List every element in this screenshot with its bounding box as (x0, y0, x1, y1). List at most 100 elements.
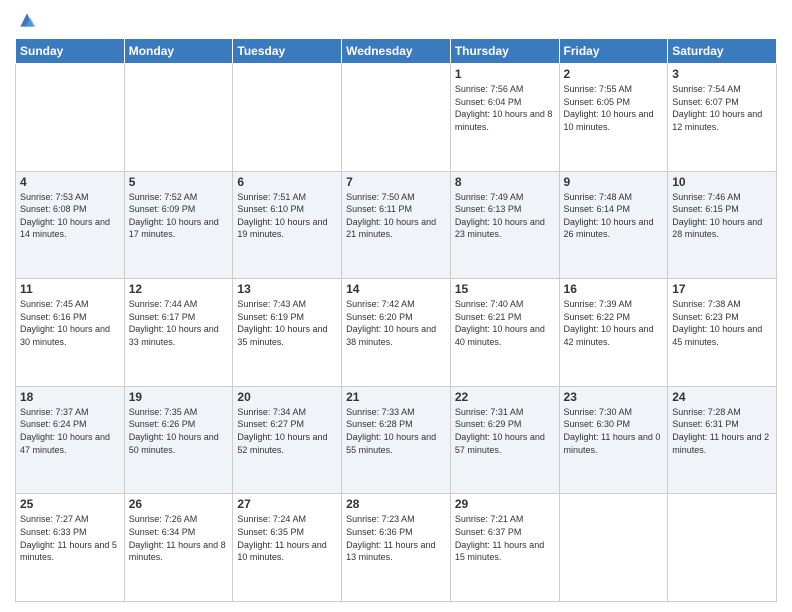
col-sunday: Sunday (16, 39, 125, 64)
day-info: Sunrise: 7:52 AM Sunset: 6:09 PM Dayligh… (129, 191, 229, 241)
day-info: Sunrise: 7:45 AM Sunset: 6:16 PM Dayligh… (20, 298, 120, 348)
table-row: 24Sunrise: 7:28 AM Sunset: 6:31 PM Dayli… (668, 386, 777, 494)
day-info: Sunrise: 7:54 AM Sunset: 6:07 PM Dayligh… (672, 83, 772, 133)
table-row: 26 Sunrise: 7:26 AM Sunset: 6:34 PM Dayli… (124, 494, 233, 602)
table-row: 16 Sunrise: 7:39 AM Sunset: 6:22 PM Dayli… (559, 279, 668, 387)
page: Sunday Monday Tuesday Wednesday Thursday… (0, 0, 792, 612)
day-number: 12 (129, 282, 229, 296)
day-number: 21 (346, 390, 446, 404)
day-info: Sunrise: 7:24 AM Sunset: 6:35 PM Dayligh… (237, 513, 337, 563)
table-row: 12 Sunrise: 7:44 AM Sunset: 6:17 PM Dayli… (124, 279, 233, 387)
table-row: 13 Sunrise: 7:43 AM Sunset: 6:19 PM Dayli… (233, 279, 342, 387)
day-info: Sunrise: 7:50 AM Sunset: 6:11 PM Dayligh… (346, 191, 446, 241)
day-info: Sunrise: 7:42 AM Sunset: 6:20 PM Dayligh… (346, 298, 446, 348)
col-monday: Monday (124, 39, 233, 64)
table-row: 5 Sunrise: 7:52 AM Sunset: 6:09 PM Daylig… (124, 171, 233, 279)
day-number: 27 (237, 497, 337, 511)
calendar-week-row: 1 Sunrise: 7:56 AM Sunset: 6:04 PM Daylig… (16, 64, 777, 172)
day-number: 25 (20, 497, 120, 511)
table-row: 22 Sunrise: 7:31 AM Sunset: 6:29 PM Dayli… (450, 386, 559, 494)
day-number: 4 (20, 175, 120, 189)
col-saturday: Saturday (668, 39, 777, 64)
calendar-header-row: Sunday Monday Tuesday Wednesday Thursday… (16, 39, 777, 64)
day-info: Sunrise: 7:27 AM Sunset: 6:33 PM Dayligh… (20, 513, 120, 563)
day-number: 13 (237, 282, 337, 296)
day-number: 5 (129, 175, 229, 189)
col-tuesday: Tuesday (233, 39, 342, 64)
logo-icon (17, 10, 37, 30)
day-number: 11 (20, 282, 120, 296)
table-row: 17 Sunrise: 7:38 AM Sunset: 6:23 PM Dayli… (668, 279, 777, 387)
day-number: 8 (455, 175, 555, 189)
day-number: 18 (20, 390, 120, 404)
day-info: Sunrise: 7:35 AM Sunset: 6:26 PM Dayligh… (129, 406, 229, 456)
table-row: 23 Sunrise: 7:30 AM Sunset: 6:30 PM Dayli… (559, 386, 668, 494)
day-info: Sunrise: 7:34 AM Sunset: 6:27 PM Dayligh… (237, 406, 337, 456)
table-row: 10 Sunrise: 7:46 AM Sunset: 6:15 PM Dayli… (668, 171, 777, 279)
day-number: 26 (129, 497, 229, 511)
day-number: 29 (455, 497, 555, 511)
table-row: 3Sunrise: 7:54 AM Sunset: 6:07 PM Daylig… (668, 64, 777, 172)
day-number: 14 (346, 282, 446, 296)
table-row: 14 Sunrise: 7:42 AM Sunset: 6:20 PM Dayli… (342, 279, 451, 387)
day-info: Sunrise: 7:44 AM Sunset: 6:17 PM Dayligh… (129, 298, 229, 348)
day-number: 9 (564, 175, 664, 189)
day-number: 7 (346, 175, 446, 189)
day-number: 15 (455, 282, 555, 296)
day-number: 6 (237, 175, 337, 189)
day-info: Sunrise: 7:23 AM Sunset: 6:36 PM Dayligh… (346, 513, 446, 563)
day-info: Sunrise: 7:43 AM Sunset: 6:19 PM Dayligh… (237, 298, 337, 348)
logo (15, 10, 37, 30)
day-number: 10 (672, 175, 772, 189)
day-number: 19 (129, 390, 229, 404)
day-number: 17 (672, 282, 772, 296)
table-row: 27 Sunrise: 7:24 AM Sunset: 6:35 PM Dayli… (233, 494, 342, 602)
day-number: 2 (564, 67, 664, 81)
day-number: 22 (455, 390, 555, 404)
table-row: 19 Sunrise: 7:35 AM Sunset: 6:26 PM Dayli… (124, 386, 233, 494)
day-info: Sunrise: 7:46 AM Sunset: 6:15 PM Dayligh… (672, 191, 772, 241)
table-row: 28Sunrise: 7:23 AM Sunset: 6:36 PM Dayli… (342, 494, 451, 602)
table-row: 21 Sunrise: 7:33 AM Sunset: 6:28 PM Dayli… (342, 386, 451, 494)
day-info: Sunrise: 7:31 AM Sunset: 6:29 PM Dayligh… (455, 406, 555, 456)
table-row: 1 Sunrise: 7:56 AM Sunset: 6:04 PM Daylig… (450, 64, 559, 172)
table-row: 9 Sunrise: 7:48 AM Sunset: 6:14 PM Daylig… (559, 171, 668, 279)
day-info: Sunrise: 7:40 AM Sunset: 6:21 PM Dayligh… (455, 298, 555, 348)
day-info: Sunrise: 7:55 AM Sunset: 6:05 PM Dayligh… (564, 83, 664, 133)
day-info: Sunrise: 7:21 AM Sunset: 6:37 PM Dayligh… (455, 513, 555, 563)
header (15, 10, 777, 30)
table-row: 8Sunrise: 7:49 AM Sunset: 6:13 PM Daylig… (450, 171, 559, 279)
day-number: 23 (564, 390, 664, 404)
col-thursday: Thursday (450, 39, 559, 64)
day-number: 24 (672, 390, 772, 404)
day-info: Sunrise: 7:30 AM Sunset: 6:30 PM Dayligh… (564, 406, 664, 456)
day-info: Sunrise: 7:26 AM Sunset: 6:34 PM Dayligh… (129, 513, 229, 563)
day-info: Sunrise: 7:53 AM Sunset: 6:08 PM Dayligh… (20, 191, 120, 241)
day-info: Sunrise: 7:48 AM Sunset: 6:14 PM Dayligh… (564, 191, 664, 241)
day-info: Sunrise: 7:38 AM Sunset: 6:23 PM Dayligh… (672, 298, 772, 348)
calendar-week-row: 11 Sunrise: 7:45 AM Sunset: 6:16 PM Dayli… (16, 279, 777, 387)
table-row: 7 Sunrise: 7:50 AM Sunset: 6:11 PM Daylig… (342, 171, 451, 279)
table-row (342, 64, 451, 172)
table-row: 20 Sunrise: 7:34 AM Sunset: 6:27 PM Dayli… (233, 386, 342, 494)
calendar-week-row: 4 Sunrise: 7:53 AM Sunset: 6:08 PM Daylig… (16, 171, 777, 279)
day-info: Sunrise: 7:51 AM Sunset: 6:10 PM Dayligh… (237, 191, 337, 241)
table-row (16, 64, 125, 172)
table-row (124, 64, 233, 172)
table-row: 29 Sunrise: 7:21 AM Sunset: 6:37 PM Dayli… (450, 494, 559, 602)
calendar-week-row: 25 Sunrise: 7:27 AM Sunset: 6:33 PM Dayli… (16, 494, 777, 602)
day-number: 16 (564, 282, 664, 296)
calendar-week-row: 18 Sunrise: 7:37 AM Sunset: 6:24 PM Dayli… (16, 386, 777, 494)
day-number: 1 (455, 67, 555, 81)
day-number: 20 (237, 390, 337, 404)
day-info: Sunrise: 7:39 AM Sunset: 6:22 PM Dayligh… (564, 298, 664, 348)
table-row: 4 Sunrise: 7:53 AM Sunset: 6:08 PM Daylig… (16, 171, 125, 279)
table-row (668, 494, 777, 602)
day-info: Sunrise: 7:56 AM Sunset: 6:04 PM Dayligh… (455, 83, 555, 133)
table-row: 15 Sunrise: 7:40 AM Sunset: 6:21 PM Dayli… (450, 279, 559, 387)
day-info: Sunrise: 7:37 AM Sunset: 6:24 PM Dayligh… (20, 406, 120, 456)
calendar-table: Sunday Monday Tuesday Wednesday Thursday… (15, 38, 777, 602)
day-info: Sunrise: 7:33 AM Sunset: 6:28 PM Dayligh… (346, 406, 446, 456)
table-row: 25 Sunrise: 7:27 AM Sunset: 6:33 PM Dayli… (16, 494, 125, 602)
table-row: 2 Sunrise: 7:55 AM Sunset: 6:05 PM Daylig… (559, 64, 668, 172)
